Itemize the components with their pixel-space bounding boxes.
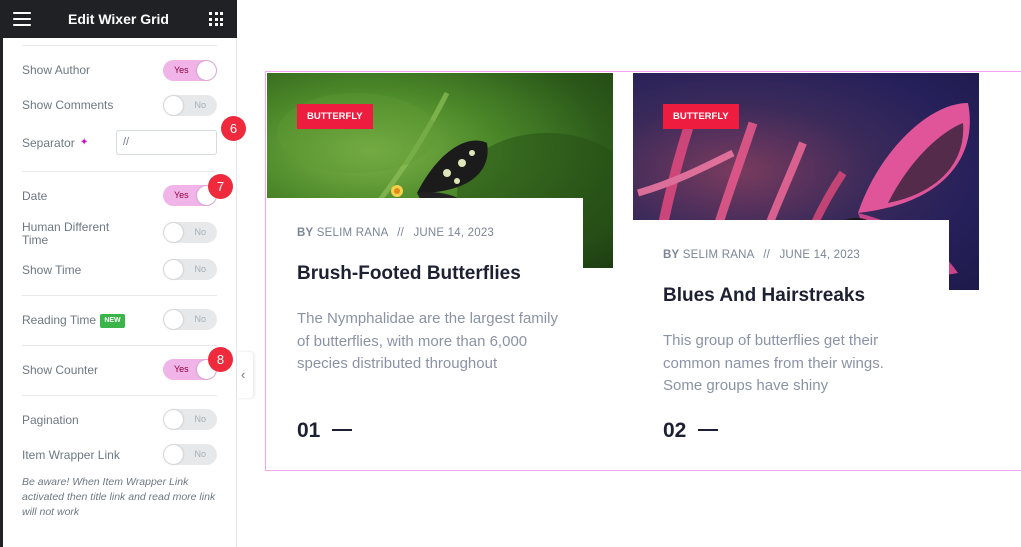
show-counter-label: Show Counter [22, 363, 99, 377]
post-date: JUNE 14, 2023 [413, 227, 495, 239]
reading-time-toggle[interactable]: No [163, 309, 217, 330]
pagination-label: Pagination [22, 413, 79, 427]
divider [22, 45, 217, 46]
meta-separator: // [397, 227, 405, 239]
panel-header: Edit Wixer Grid [0, 0, 237, 38]
post-meta: BY SELIM RANA // JUNE 14, 2023 [297, 227, 494, 239]
toggle-state-text: No [194, 227, 206, 237]
post-counter: 02 [663, 419, 687, 442]
category-tag[interactable]: BUTTERFLY [297, 104, 373, 129]
toggle-state-text: No [194, 264, 206, 274]
show-time-toggle[interactable]: No [163, 259, 217, 280]
toggle-state-text: No [194, 449, 206, 459]
ai-sparkle-icon[interactable]: ✦ [80, 137, 92, 149]
divider [22, 295, 217, 296]
new-badge: NEW [100, 314, 125, 328]
category-tag[interactable]: BUTTERFLY [663, 104, 739, 129]
item-wrapper-link-label: Item Wrapper Link [22, 448, 120, 462]
toggle-state-text: Yes [174, 190, 189, 200]
counter-line [332, 429, 352, 431]
post-counter: 01 [297, 419, 321, 442]
post-title[interactable]: Blues And Hairstreaks [663, 285, 865, 307]
pagination-toggle[interactable]: No [163, 409, 217, 430]
toggle-knob [164, 223, 183, 242]
post-meta: BY SELIM RANA // JUNE 14, 2023 [663, 249, 860, 261]
show-author-toggle[interactable]: Yes [163, 60, 217, 81]
counter-line [698, 429, 718, 431]
divider [22, 345, 217, 346]
show-comments-label: Show Comments [22, 98, 114, 112]
post-title[interactable]: Brush-Footed Butterflies [297, 263, 521, 285]
separator-label: Separator [22, 136, 75, 150]
toggle-knob [164, 445, 183, 464]
step-marker: 7 [208, 174, 233, 199]
toggle-state-text: No [194, 314, 206, 324]
toggle-knob [164, 260, 183, 279]
human-different-time-toggle[interactable]: No [163, 222, 217, 243]
widgets-grid-icon[interactable] [209, 12, 223, 26]
meta-by: BY [663, 249, 680, 261]
panel-collapse-button[interactable]: ‹ [237, 352, 253, 398]
post-excerpt: The Nymphalidae are the largest family o… [297, 310, 558, 372]
show-author-label: Show Author [22, 63, 91, 77]
date-label: Date [22, 189, 48, 203]
item-wrapper-note: Be aware! When Item Wrapper Link activat… [22, 476, 216, 518]
toggle-state-text: No [194, 100, 206, 110]
show-time-label: Show Time [22, 263, 82, 277]
step-marker: 6 [221, 116, 246, 141]
toggle-state-text: Yes [174, 364, 189, 374]
toggle-knob [164, 310, 183, 329]
toggle-knob [197, 61, 216, 80]
item-wrapper-link-toggle[interactable]: No [163, 444, 217, 465]
hamburger-menu-icon[interactable] [13, 12, 31, 26]
post-excerpt: This group of butterflies get their comm… [663, 332, 884, 394]
meta-by: BY [297, 227, 314, 239]
human-different-time-label: Human Different Time [22, 220, 110, 247]
toggle-state-text: Yes [174, 65, 189, 75]
chevron-left-icon: ‹ [241, 367, 246, 382]
meta-separator: // [763, 249, 771, 261]
reading-time-label: Reading Time [22, 313, 97, 327]
step-marker: 8 [208, 347, 233, 372]
author-link[interactable]: SELIM RANA [317, 227, 388, 239]
show-comments-toggle[interactable]: No [163, 95, 217, 116]
toggle-state-text: No [194, 414, 206, 424]
post-date: JUNE 14, 2023 [779, 249, 861, 261]
separator-input[interactable]: // [116, 130, 217, 155]
divider [22, 171, 217, 172]
toggle-knob [164, 410, 183, 429]
toggle-knob [164, 96, 183, 115]
panel-edge [0, 0, 3, 547]
panel-title: Edit Wixer Grid [67, 11, 169, 27]
editor-panel: Edit Wixer Grid Show Author Yes Show Com… [0, 0, 237, 547]
divider [22, 395, 217, 396]
author-link[interactable]: SELIM RANA [683, 249, 754, 261]
